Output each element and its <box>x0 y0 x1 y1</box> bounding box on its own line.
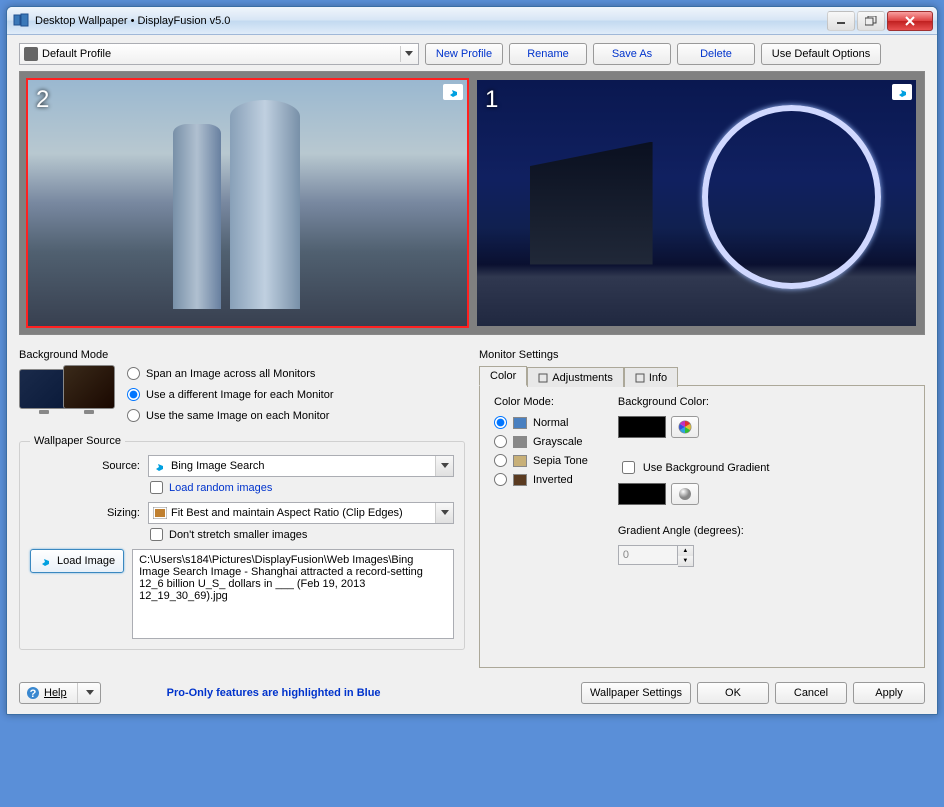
spinner-down[interactable]: ▼ <box>678 556 693 566</box>
bg-mode-different[interactable]: Use a different Image for each Monitor <box>127 388 334 401</box>
ok-button[interactable]: OK <box>697 682 769 704</box>
profile-icon <box>24 47 38 61</box>
monitor-settings-title: Monitor Settings <box>479 349 925 361</box>
tab-color[interactable]: Color <box>479 366 527 386</box>
apply-button[interactable]: Apply <box>853 682 925 704</box>
bing-icon <box>39 555 53 567</box>
profile-dropdown[interactable]: Default Profile <box>19 43 419 65</box>
monitor-preview-area: 2 1 <box>19 71 925 335</box>
chevron-down-icon <box>86 690 94 696</box>
delete-button[interactable]: Delete <box>677 43 755 65</box>
monitor-number: 1 <box>485 86 498 114</box>
source-dropdown[interactable]: Bing Image Search <box>148 455 454 477</box>
load-random-checkbox[interactable]: Load random images <box>150 481 454 494</box>
gradient-color-picker-button[interactable] <box>671 483 699 505</box>
tab-adjustments[interactable]: Adjustments <box>527 367 624 387</box>
chevron-down-icon <box>400 46 416 62</box>
square-icon <box>538 373 548 383</box>
color-mode-label: Color Mode: <box>494 396 588 408</box>
cancel-button[interactable]: Cancel <box>775 682 847 704</box>
use-gradient-checkbox[interactable]: Use Background Gradient <box>618 458 770 477</box>
chevron-down-icon <box>435 503 453 523</box>
window-controls <box>825 11 933 31</box>
right-column: Monitor Settings Color Adjustments Info … <box>479 345 925 668</box>
color-wheel-icon <box>678 420 692 434</box>
content-area: Default Profile New Profile Rename Save … <box>7 35 937 714</box>
app-window: Desktop Wallpaper • DisplayFusion v5.0 D… <box>6 6 938 715</box>
sizing-icon <box>153 507 167 519</box>
gradient-angle-label: Gradient Angle (degrees): <box>618 525 770 537</box>
footer: ? Help Pro-Only features are highlighted… <box>19 682 925 704</box>
svg-text:?: ? <box>30 688 37 700</box>
bing-icon <box>153 460 167 472</box>
titlebar: Desktop Wallpaper • DisplayFusion v5.0 <box>7 7 937 35</box>
tab-info[interactable]: Info <box>624 367 678 387</box>
monitor-number: 2 <box>36 86 49 114</box>
close-button[interactable] <box>887 11 933 31</box>
load-image-button[interactable]: Load Image <box>30 549 124 573</box>
image-path-box[interactable]: C:\Users\s184\Pictures\DisplayFusion\Web… <box>132 549 454 639</box>
left-column: Background Mode Span an Image across all… <box>19 345 465 668</box>
background-color-label: Background Color: <box>618 396 770 408</box>
wallpaper-source-title: Wallpaper Source <box>30 435 125 447</box>
monitor-preview-2[interactable]: 2 <box>26 78 469 328</box>
swatch-icon <box>513 474 527 486</box>
square-icon <box>635 373 645 383</box>
color-mode-normal[interactable]: Normal <box>494 416 588 429</box>
window-title: Desktop Wallpaper • DisplayFusion v5.0 <box>35 15 825 27</box>
profile-row: Default Profile New Profile Rename Save … <box>19 43 925 65</box>
bg-color-picker-button[interactable] <box>671 416 699 438</box>
bing-icon <box>892 84 912 100</box>
gradient-angle-input[interactable] <box>618 545 678 565</box>
bg-mode-same[interactable]: Use the same Image on each Monitor <box>127 409 334 422</box>
wallpaper-thumbnail <box>28 80 467 326</box>
tab-content-color: Color Mode: Normal Grayscale Sepia Tone … <box>479 386 925 668</box>
app-icon <box>13 13 29 29</box>
swatch-icon <box>513 436 527 448</box>
save-as-button[interactable]: Save As <box>593 43 671 65</box>
bing-icon <box>443 84 463 100</box>
color-mode-sepia[interactable]: Sepia Tone <box>494 454 588 467</box>
swatch-icon <box>513 417 527 429</box>
color-mode-inverted[interactable]: Inverted <box>494 473 588 486</box>
spinner-up[interactable]: ▲ <box>678 546 693 556</box>
background-mode-group: Span an Image across all Monitors Use a … <box>19 365 465 425</box>
bg-color-swatch <box>618 416 666 438</box>
gradient-angle-spinner[interactable]: ▲▼ <box>618 545 770 567</box>
bg-mode-span[interactable]: Span an Image across all Monitors <box>127 367 334 380</box>
use-defaults-button[interactable]: Use Default Options <box>761 43 881 65</box>
new-profile-button[interactable]: New Profile <box>425 43 503 65</box>
background-mode-title: Background Mode <box>19 349 465 361</box>
chevron-down-icon <box>435 456 453 476</box>
wallpaper-thumbnail <box>477 80 916 326</box>
sizing-label: Sizing: <box>30 507 140 519</box>
wallpaper-source-group: Wallpaper Source Source: Bing Image Sear… <box>19 435 465 650</box>
sizing-dropdown[interactable]: Fit Best and maintain Aspect Ratio (Clip… <box>148 502 454 524</box>
settings-tabs: Color Adjustments Info <box>479 365 925 386</box>
pro-note: Pro-Only features are highlighted in Blu… <box>167 687 381 699</box>
profile-selected: Default Profile <box>42 48 111 60</box>
monitors-icon <box>19 365 119 425</box>
gradient-color-swatch <box>618 483 666 505</box>
source-label: Source: <box>30 460 140 472</box>
swatch-icon <box>513 455 527 467</box>
monitor-preview-1[interactable]: 1 <box>475 78 918 328</box>
rename-button[interactable]: Rename <box>509 43 587 65</box>
sphere-icon <box>678 487 692 501</box>
help-button[interactable]: ? Help <box>19 682 101 704</box>
wallpaper-settings-button[interactable]: Wallpaper Settings <box>581 682 691 704</box>
maximize-button[interactable] <box>857 11 885 31</box>
dont-stretch-checkbox[interactable]: Don't stretch smaller images <box>150 528 454 541</box>
help-icon: ? <box>26 686 40 700</box>
color-mode-grayscale[interactable]: Grayscale <box>494 435 588 448</box>
lower-panels: Background Mode Span an Image across all… <box>19 345 925 668</box>
minimize-button[interactable] <box>827 11 855 31</box>
